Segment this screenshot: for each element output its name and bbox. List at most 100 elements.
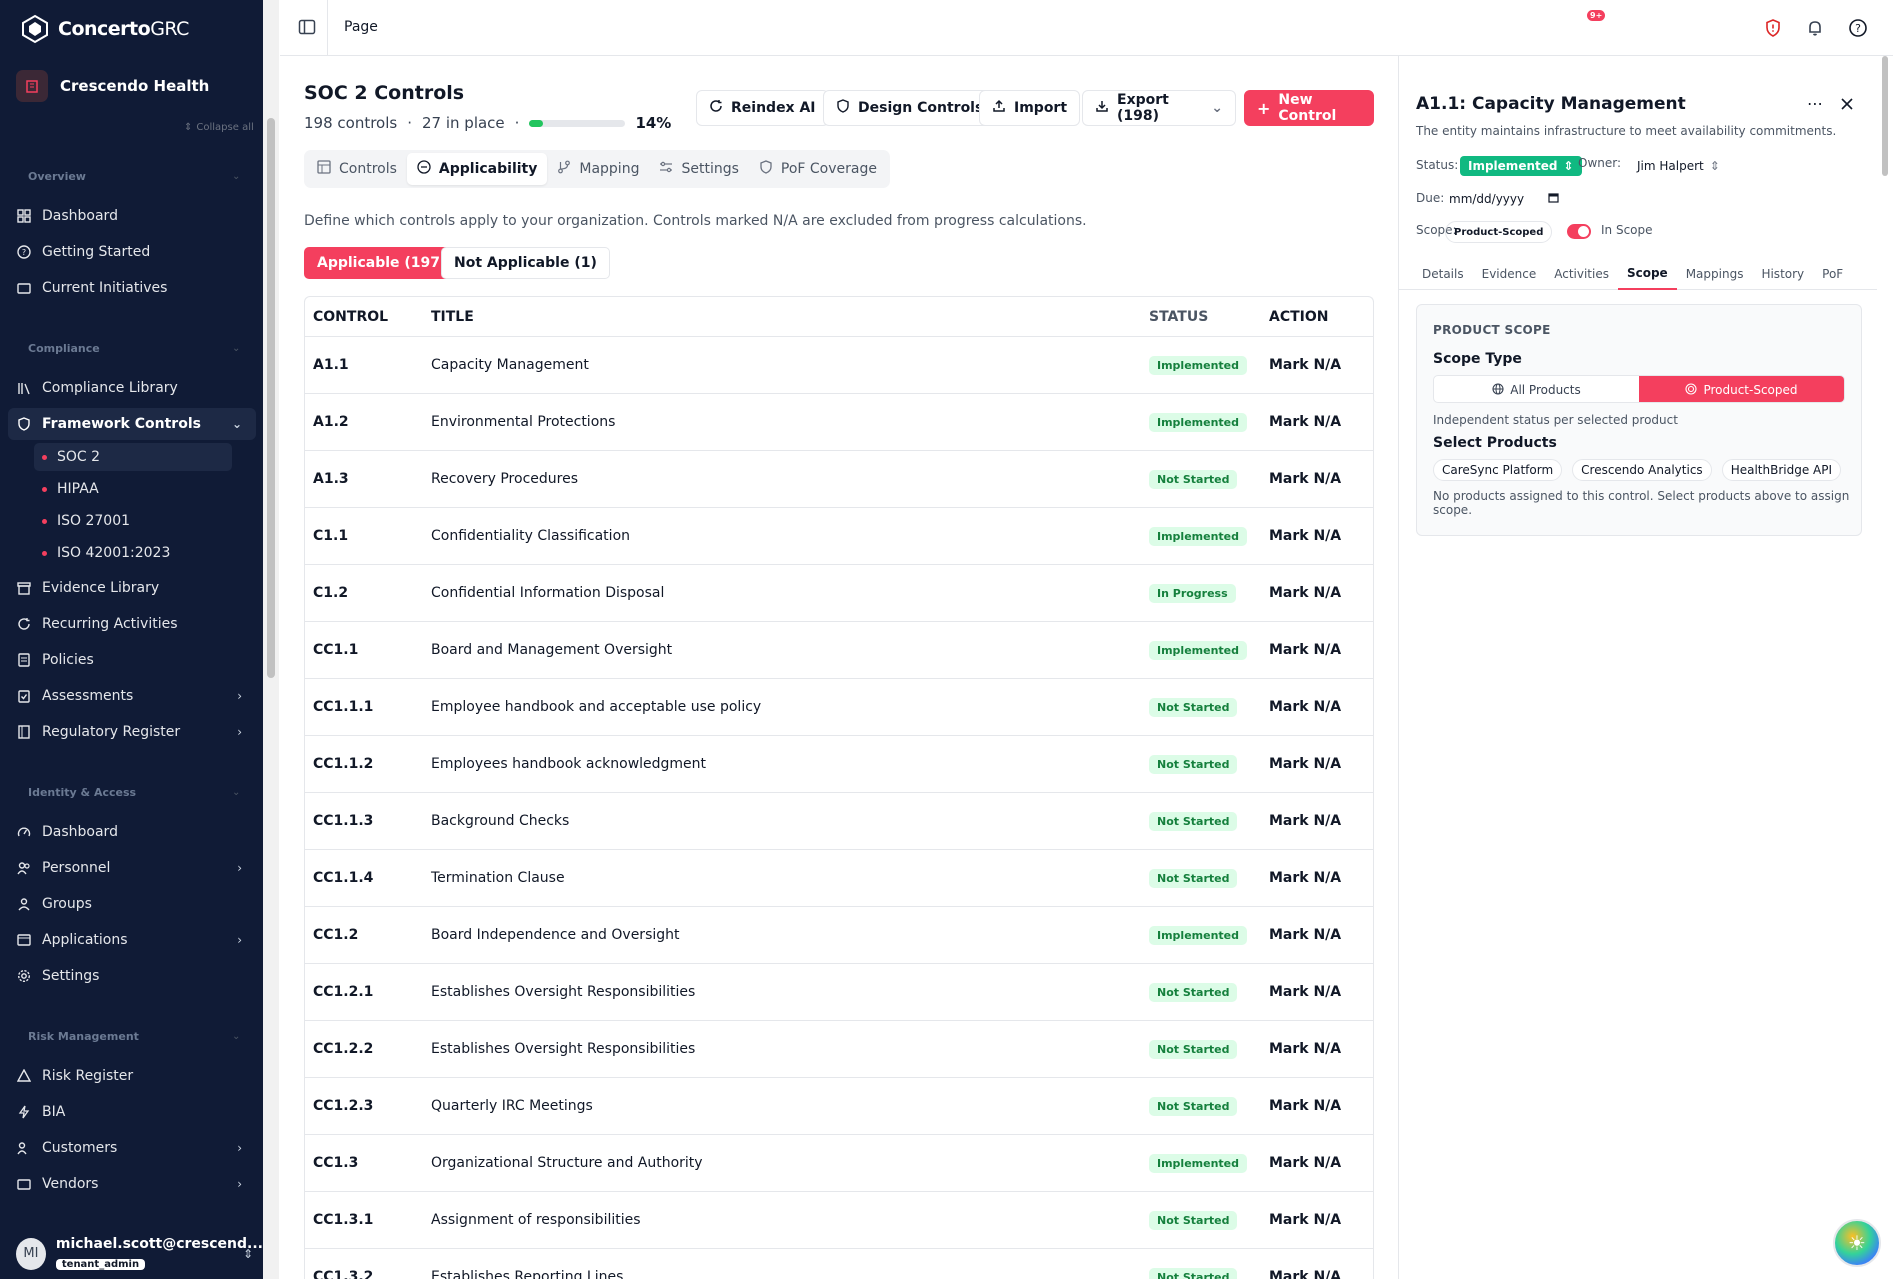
sidebar-item-applications[interactable]: Applications ›	[8, 924, 256, 956]
product-chip[interactable]: HealthBridge API	[1721, 459, 1842, 481]
table-row[interactable]: CC1.2 Board Independence and Oversight Imp…	[305, 907, 1373, 964]
assistant-avatar-button[interactable]: ☀	[1833, 1219, 1881, 1267]
help-circle-icon[interactable]: ?	[1848, 18, 1868, 38]
filter-not-applicable-button[interactable]: Not Applicable (1)	[441, 247, 610, 279]
sidebar-item-recurring-activities[interactable]: Recurring Activities	[8, 608, 256, 640]
mark-na-button[interactable]: Mark N/A	[1269, 1155, 1373, 1171]
section-compliance[interactable]: Compliance	[28, 342, 100, 355]
mark-na-button[interactable]: Mark N/A	[1269, 585, 1373, 601]
mark-na-button[interactable]: Mark N/A	[1269, 1041, 1373, 1057]
table-row[interactable]: A1.3 Recovery Procedures Not Started Mark N…	[305, 451, 1373, 508]
reindex-ai-button[interactable]: Reindex AI	[696, 90, 829, 126]
tab-evidence[interactable]: Evidence	[1473, 258, 1546, 290]
filter-applicable-button[interactable]: Applicable (197)	[304, 247, 460, 279]
mark-na-button[interactable]: Mark N/A	[1269, 870, 1373, 886]
mark-na-button[interactable]: Mark N/A	[1269, 699, 1373, 715]
table-row[interactable]: CC1.3.1 Assignment of responsibilities Not…	[305, 1192, 1373, 1249]
tab-controls[interactable]: Controls	[307, 153, 407, 185]
sidebar-item-framework-controls[interactable]: Framework Controls ⌄	[8, 408, 256, 440]
sidebar-item-iso42001[interactable]: ISO 42001:2023	[34, 539, 232, 567]
sidebar-item-settings[interactable]: Settings	[8, 960, 256, 992]
in-scope-toggle[interactable]	[1567, 224, 1591, 239]
sidebar-item-hipaa[interactable]: HIPAA	[34, 475, 232, 503]
sidebar-item-evidence-library[interactable]: Evidence Library	[8, 572, 256, 604]
mark-na-button[interactable]: Mark N/A	[1269, 357, 1373, 373]
product-chip[interactable]: CareSync Platform	[1433, 459, 1563, 481]
mark-na-button[interactable]: Mark N/A	[1269, 813, 1373, 829]
import-button[interactable]: Import	[979, 90, 1081, 126]
mark-na-button[interactable]: Mark N/A	[1269, 927, 1373, 943]
section-identity[interactable]: Identity & Access	[28, 786, 136, 799]
new-control-button[interactable]: + New Control	[1244, 90, 1374, 126]
mark-na-button[interactable]: Mark N/A	[1269, 1269, 1373, 1279]
table-row[interactable]: C1.1 Confidentiality Classification Implem…	[305, 508, 1373, 565]
table-row[interactable]: CC1.1.1 Employee handbook and acceptable …	[305, 679, 1373, 736]
table-row[interactable]: A1.1 Capacity Management Implemented Mark N…	[305, 337, 1373, 394]
table-row[interactable]: CC1.2.2 Establishes Oversight Responsibil…	[305, 1021, 1373, 1078]
mark-na-button[interactable]: Mark N/A	[1269, 984, 1373, 1000]
scrollbar-thumb[interactable]	[1882, 56, 1888, 176]
sidebar-item-personnel[interactable]: Personnel ›	[8, 852, 256, 884]
sidebar-toggle-icon[interactable]	[298, 18, 316, 36]
table-row[interactable]: C1.2 Confidential Information Disposal In …	[305, 565, 1373, 622]
all-products-option[interactable]: All Products	[1434, 376, 1639, 402]
mark-na-button[interactable]: Mark N/A	[1269, 414, 1373, 430]
org-switcher[interactable]: Crescendo Health	[16, 70, 209, 102]
sidebar-item-dashboard[interactable]: Dashboard	[8, 200, 256, 232]
tab-scope[interactable]: Scope	[1617, 258, 1677, 290]
tab-mapping[interactable]: Mapping	[547, 153, 649, 185]
sidebar-item-iso27001[interactable]: ISO 27001	[34, 507, 232, 535]
sidebar-item-groups[interactable]: Groups	[8, 888, 256, 920]
table-row[interactable]: CC1.1.2 Employees handbook acknowledgment…	[305, 736, 1373, 793]
sidebar-item-vendors[interactable]: Vendors ›	[8, 1168, 256, 1200]
table-row[interactable]: A1.2 Environmental Protections Implemented…	[305, 394, 1373, 451]
product-chip[interactable]: Crescendo Analytics	[1572, 459, 1712, 481]
brand[interactable]: ConcertoGRC	[20, 14, 189, 44]
chevron-down-icon[interactable]: ⌄	[232, 343, 240, 354]
table-row[interactable]: CC1.3 Organizational Structure and Author…	[305, 1135, 1373, 1192]
calendar-icon[interactable]	[1548, 192, 1559, 206]
tab-activities[interactable]: Activities	[1545, 258, 1618, 290]
sidebar-item-soc2[interactable]: SOC 2	[34, 443, 232, 471]
close-icon[interactable]	[1839, 96, 1855, 112]
tab-details[interactable]: Details	[1413, 258, 1473, 290]
section-overview[interactable]: Overview	[28, 170, 86, 183]
tab-history[interactable]: History	[1752, 258, 1813, 290]
tab-settings[interactable]: Settings	[649, 153, 748, 185]
tab-applicability[interactable]: Applicability	[406, 153, 548, 185]
mark-na-button[interactable]: Mark N/A	[1269, 471, 1373, 487]
sidebar-item-compliance-library[interactable]: Compliance Library	[8, 372, 256, 404]
breadcrumb[interactable]: Page	[344, 19, 378, 35]
column-header[interactable]: STATUS	[1149, 309, 1269, 325]
column-header[interactable]: TITLE	[431, 309, 1149, 325]
table-row[interactable]: CC1.1.4 Termination Clause Not Started Mark…	[305, 850, 1373, 907]
table-row[interactable]: CC1.2.3 Quarterly IRC Meetings Not Started…	[305, 1078, 1373, 1135]
more-horizontal-icon[interactable]: ⋯	[1807, 94, 1823, 113]
sidebar-item-ia-dashboard[interactable]: Dashboard	[8, 816, 256, 848]
shield-alert-icon[interactable]	[1763, 18, 1783, 38]
chevron-down-icon[interactable]: ⌄	[232, 171, 240, 182]
sidebar-item-policies[interactable]: Policies	[8, 644, 256, 676]
due-date-input[interactable]: mm/dd/yyyy	[1445, 189, 1563, 209]
sidebar-item-assessments[interactable]: Assessments ›	[8, 680, 256, 712]
table-row[interactable]: CC1.3.2 Establishes Reporting Lines Not St…	[305, 1249, 1373, 1279]
status-select[interactable]: Implemented ⇕	[1460, 156, 1582, 176]
column-header[interactable]: ACTION	[1269, 309, 1373, 325]
sidebar-scrollbar[interactable]	[263, 0, 279, 1279]
sidebar-item-current-initiatives[interactable]: Current Initiatives	[8, 272, 256, 304]
tab-pof[interactable]: PoF	[1813, 258, 1852, 290]
tab-pof-coverage[interactable]: PoF Coverage	[749, 153, 887, 185]
sidebar-item-risk-register[interactable]: Risk Register	[8, 1060, 256, 1092]
export-button[interactable]: Export (198) ⌄	[1082, 90, 1236, 126]
table-row[interactable]: CC1.1.3 Background Checks Not Started Mark …	[305, 793, 1373, 850]
scrollbar-thumb[interactable]	[267, 118, 275, 678]
user-menu[interactable]: MI michael.scott@crescend... tenant_admi…	[0, 1228, 263, 1279]
mark-na-button[interactable]: Mark N/A	[1269, 1212, 1373, 1228]
sidebar-item-bia[interactable]: BIA	[8, 1096, 256, 1128]
mark-na-button[interactable]: Mark N/A	[1269, 756, 1373, 772]
bell-icon[interactable]	[1805, 18, 1825, 38]
mark-na-button[interactable]: Mark N/A	[1269, 528, 1373, 544]
sidebar-item-regulatory-register[interactable]: Regulatory Register ›	[8, 716, 256, 748]
chevron-down-icon[interactable]: ⌄	[232, 1031, 240, 1042]
sidebar-item-customers[interactable]: Customers ›	[8, 1132, 256, 1164]
